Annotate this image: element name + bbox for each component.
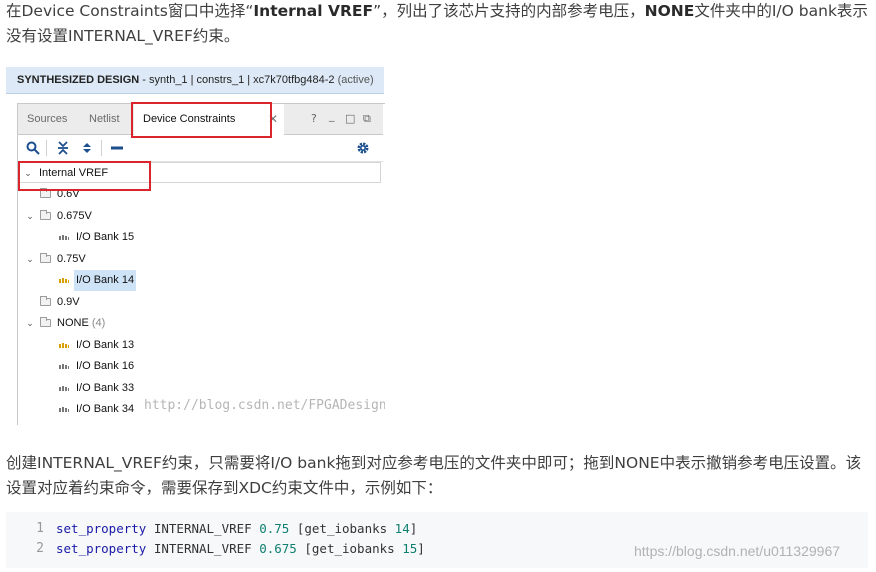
close-icon[interactable]: ✕: [268, 104, 278, 134]
tree-folder-0.675v[interactable]: ⌄ 0.675V: [18, 206, 383, 227]
io-bank-icon: [59, 343, 69, 348]
code-keyword: set_property: [56, 521, 147, 536]
code-line: set_property INTERNAL_VREF 0.75 [get_iob…: [56, 521, 417, 536]
code-text: ]: [409, 521, 418, 536]
tree-bank-14[interactable]: I/O Bank 14: [18, 270, 383, 291]
tab-device-constraints[interactable]: Device Constraints ✕: [134, 104, 284, 135]
chevron-down-icon[interactable]: ⌄: [25, 313, 35, 334]
tree-root-internal-vref[interactable]: ⌄ Internal VREF: [19, 162, 381, 183]
tree-item-label: 0.75V: [57, 253, 86, 265]
tree-bank-16[interactable]: I/O Bank 16: [18, 356, 383, 377]
design-title-bar: SYNTHESIZED DESIGN - synth_1 | constrs_1…: [6, 67, 384, 94]
divider: [46, 140, 47, 156]
folder-icon: [40, 210, 51, 220]
tree-folder-0.75v[interactable]: ⌄ 0.75V: [18, 249, 383, 270]
code-block: 1 set_property INTERNAL_VREF 0.75 [get_i…: [6, 512, 868, 568]
tree-folder-none[interactable]: ⌄ NONE (4): [18, 313, 383, 334]
tree-item-label: I/O Bank 13: [76, 339, 135, 351]
bold-term: Internal VREF: [253, 2, 374, 20]
tab-label: Device Constraints: [143, 113, 236, 125]
tree-bank-33[interactable]: I/O Bank 33: [18, 378, 383, 399]
title-rest: - synth_1 | constrs_1 | xc7k70tfbg484-2: [139, 74, 338, 86]
expand-all-icon[interactable]: [78, 139, 96, 157]
text: ”，列出了该芯片支持的内部参考电压，: [373, 2, 645, 20]
code-text: INTERNAL_VREF: [146, 521, 260, 536]
text: 在Device Constraints窗口中选择“: [6, 2, 254, 20]
intro-paragraph: 在Device Constraints窗口中选择“Internal VREF”，…: [6, 0, 870, 49]
title-strong: SYNTHESIZED DESIGN: [17, 74, 140, 86]
tree-item-label-selected: I/O Bank 14: [74, 270, 137, 291]
io-bank-icon: [59, 235, 69, 240]
maximize-icon[interactable]: □: [345, 112, 355, 125]
bold-term: NONE: [644, 2, 695, 20]
tree-item-label: I/O Bank 33: [76, 382, 135, 394]
tree-item-label: 0.6V: [57, 188, 80, 200]
collapse-all-icon[interactable]: [54, 139, 72, 157]
io-bank-icon: [59, 278, 69, 283]
search-icon[interactable]: [24, 139, 42, 157]
code-text: ]: [417, 541, 425, 556]
line-number: 2: [36, 541, 44, 556]
io-bank-icon: [59, 407, 69, 412]
io-bank-icon: [59, 364, 69, 369]
title-active: (active): [337, 74, 374, 86]
code-number: 15: [402, 541, 418, 556]
tab-strip: Sources Netlist Device Constraints ✕ ? _ …: [18, 104, 383, 135]
minimize-icon[interactable]: _: [329, 109, 335, 122]
tab-sources[interactable]: Sources: [18, 104, 86, 134]
watermark: http://blog.csdn.net/FPGADesigner: [144, 398, 385, 413]
code-text: INTERNAL_VREF: [146, 541, 260, 556]
tree-item-label: I/O Bank 34: [76, 403, 135, 415]
tree-item-label: I/O Bank 15: [76, 231, 135, 243]
watermark: https://blog.csdn.net/u011329967: [634, 543, 841, 559]
tree-folder-0.9v[interactable]: 0.9V: [18, 292, 383, 313]
code-keyword: set_property: [56, 541, 147, 556]
divider: [101, 140, 102, 156]
vivado-screenshot: SYNTHESIZED DESIGN - synth_1 | constrs_1…: [6, 67, 385, 425]
item-count: (4): [91, 317, 106, 329]
tree-bank-13[interactable]: I/O Bank 13: [18, 335, 383, 356]
tree-toolbar: [18, 135, 383, 162]
gear-icon[interactable]: [354, 139, 372, 157]
code-text: [get_iobanks: [296, 541, 403, 556]
code-number: 14: [394, 521, 410, 536]
code-number: 0.75: [259, 521, 290, 536]
tree-folder-0.6v[interactable]: 0.6V: [18, 184, 383, 205]
tree-item-label: NONE: [57, 317, 89, 329]
code-line: set_property INTERNAL_VREF 0.675 [get_io…: [56, 541, 425, 556]
folder-icon: [40, 317, 51, 327]
tab-netlist[interactable]: Netlist: [80, 104, 140, 134]
tree-root-label: Internal VREF: [39, 167, 109, 179]
explanation-paragraph: 创建INTERNAL_VREF约束，只需要将I/O bank拖到对应参考电压的文…: [6, 454, 862, 497]
chevron-down-icon[interactable]: ⌄: [25, 249, 35, 270]
chevron-down-icon[interactable]: ⌄: [25, 206, 35, 227]
folder-icon: [40, 253, 51, 263]
code-number: 0.675: [259, 541, 297, 556]
help-icon[interactable]: ?: [311, 112, 317, 125]
device-constraints-pane: Sources Netlist Device Constraints ✕ ? _ …: [17, 103, 385, 425]
folder-icon: [40, 188, 51, 198]
tree-item-label: 0.9V: [57, 296, 80, 308]
io-bank-icon: [59, 386, 69, 391]
tree-item-label: 0.675V: [57, 210, 92, 222]
code-text: [get_iobanks: [289, 521, 395, 536]
float-icon[interactable]: ⧉: [363, 112, 371, 126]
tree-item-label: I/O Bank 16: [76, 360, 135, 372]
folder-icon: [40, 296, 51, 306]
remove-icon[interactable]: [108, 139, 126, 157]
chevron-down-icon[interactable]: ⌄: [23, 163, 33, 184]
tree-bank-15[interactable]: I/O Bank 15: [18, 227, 383, 248]
line-number: 1: [36, 521, 44, 536]
